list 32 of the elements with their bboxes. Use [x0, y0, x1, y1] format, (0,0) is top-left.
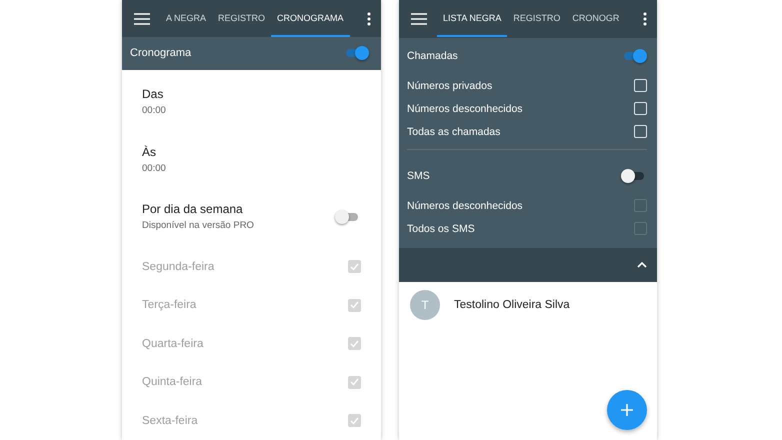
tab[interactable]: CRONOGR	[566, 0, 626, 37]
tab[interactable]: REGISTRO	[212, 0, 272, 37]
time-value: 00:00	[142, 105, 167, 116]
day-label: Segunda-feira	[142, 260, 214, 273]
option-label: Números desconhecidos	[407, 102, 523, 114]
option-label: Números desconhecidos	[407, 200, 523, 212]
day-label: Quarta-feira	[142, 338, 204, 350]
day-label: Sexta-feira	[142, 414, 198, 427]
tab[interactable]: A NEGRA	[160, 0, 212, 37]
chevron-up-icon[interactable]	[637, 262, 647, 268]
tab[interactable]: REGISTRO	[507, 0, 566, 37]
option-label: Números privados	[407, 80, 492, 92]
setting-title: Das	[142, 87, 164, 101]
group-title: SMS	[407, 170, 430, 182]
add-button[interactable]	[607, 390, 647, 430]
toolbar-title: Cronograma	[130, 47, 192, 60]
day-label: Quinta-feira	[142, 376, 202, 388]
more-icon[interactable]	[643, 12, 647, 26]
contact-name[interactable]: Testolino Oliveira Silva	[454, 299, 570, 311]
setting-title: Às	[142, 145, 158, 159]
setting-subtitle: Disponível na versão PRO	[142, 220, 254, 231]
avatar: T	[410, 290, 440, 320]
option-label: Todos os SMS	[407, 222, 475, 234]
time-value: 00:00	[142, 163, 167, 174]
menu-icon[interactable]	[134, 13, 150, 25]
menu-icon[interactable]	[411, 13, 427, 25]
more-icon[interactable]	[367, 12, 371, 26]
group-title: Chamadas	[407, 50, 458, 62]
option-label: Todas as chamadas	[407, 126, 500, 138]
day-label: Terça-feira	[142, 299, 196, 312]
plus-icon	[621, 404, 633, 416]
setting-title: Por dia da semana	[142, 202, 244, 216]
